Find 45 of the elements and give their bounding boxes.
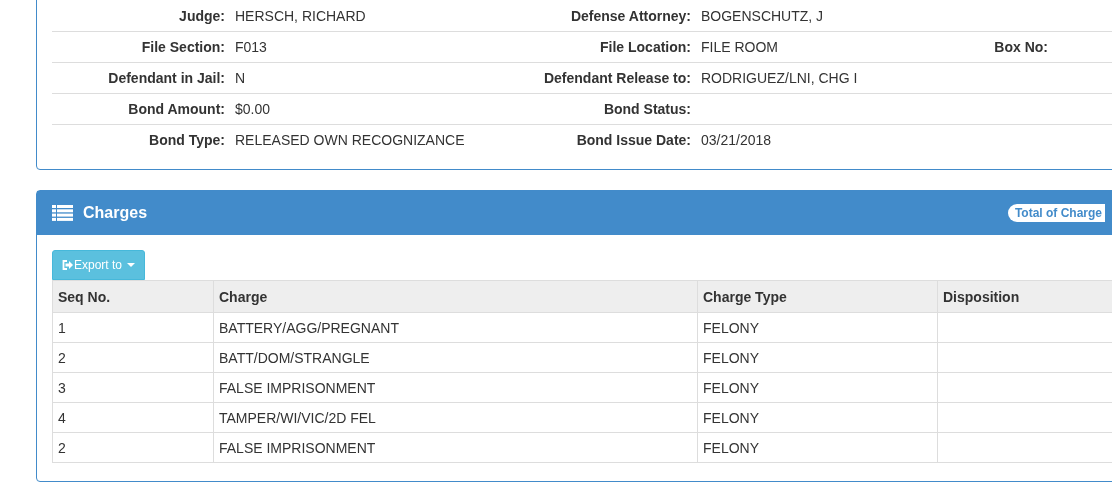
field-value: RELEASED OWN RECOGNIZANCE [235,132,465,148]
table-cell: 1 [52,312,214,343]
field-label: Defendant in Jail: [108,70,225,86]
table-cell: FELONY [697,372,938,403]
column-header: Disposition [937,280,1112,313]
field-label: File Location: [600,39,691,55]
table-cell: 2 [52,432,214,463]
field-label: Defendant Release to: [543,70,691,86]
field-label: Bond Type: [149,132,225,148]
table-cell: 3 [52,372,214,403]
table-cell: BATT/DOM/STRANGLE [213,342,698,373]
column-header: Charge Type [697,280,938,313]
field-label: Box No: [994,39,1048,55]
list-icon [52,205,73,221]
field-value: F013 [235,39,267,55]
field-label: Defense Attorney: [570,8,691,24]
table-cell: TAMPER/WI/VIC/2D FEL [213,402,698,433]
field-value: N [235,70,246,86]
field-value: $0.00 [235,101,271,117]
table-cell: FELONY [697,432,938,463]
field-value: BOGENSCHUTZ, J [701,8,824,24]
column-header: Seq No. [52,280,214,313]
field-label: Bond Amount: [128,101,225,117]
panel-title: Charges [83,204,148,222]
field-label: Bond Status: [603,101,691,117]
table-cell: BATTERY/AGG/PREGNANT [213,312,698,343]
field-value: RODRIGUEZ/LNI, CHG I [701,70,858,86]
column-header: Charge [213,280,698,313]
field-value: 03/21/2018 [701,132,772,148]
table-cell: FALSE IMPRISONMENT [213,432,698,463]
table-cell: FELONY [697,312,938,343]
export-button[interactable]: Export to [52,250,146,280]
total-badge: Total of Charge [1007,204,1105,222]
table-cell: FELONY [697,402,938,433]
table-cell: FELONY [697,342,938,373]
field-label: File Section: [141,39,225,55]
caret-icon [127,263,136,267]
export-icon [62,260,73,270]
field-label: Bond Issue Date: [576,132,691,148]
field-label: Judge: [179,8,225,24]
table-cell: FALSE IMPRISONMENT [213,372,698,403]
table-cell: 2 [52,342,214,373]
table-cell: 4 [52,402,214,433]
field-value: FILE ROOM [701,39,778,55]
field-value: HERSCH, RICHARD [235,8,366,24]
